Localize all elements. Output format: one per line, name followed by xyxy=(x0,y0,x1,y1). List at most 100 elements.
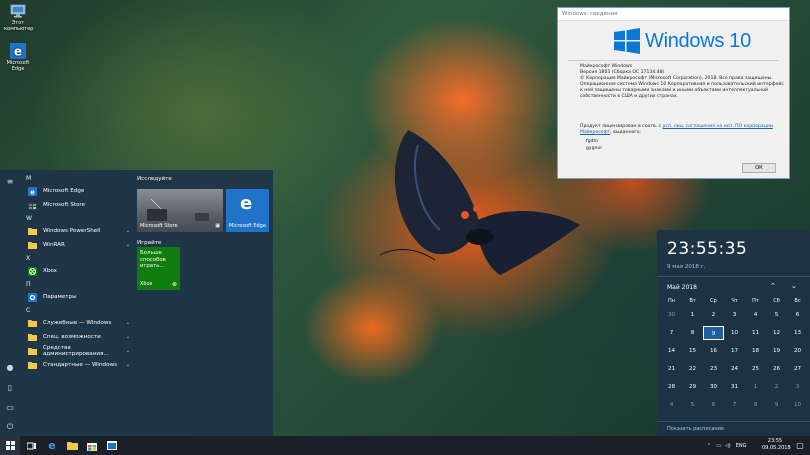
calendar-day[interactable]: 24 xyxy=(724,362,745,376)
calendar-day[interactable]: 5 xyxy=(682,398,703,412)
clock-date-link[interactable]: 9 мая 2018 г. xyxy=(667,264,705,270)
calendar-day[interactable]: 8 xyxy=(745,398,766,412)
power-icon[interactable]: ⏻ xyxy=(5,422,15,432)
calendar-day[interactable]: 26 xyxy=(766,362,787,376)
edge-icon: e xyxy=(48,439,56,452)
product-name: Майкрософт Windows xyxy=(580,64,633,69)
calendar-day[interactable]: 3 xyxy=(724,308,745,322)
calendar-day[interactable]: 25 xyxy=(745,362,766,376)
app-list-letter-header[interactable]: П xyxy=(22,280,130,290)
network-icon[interactable]: ▭ xyxy=(716,443,721,449)
calendar-day-today[interactable]: 9 xyxy=(703,326,724,340)
chevron-up-icon[interactable]: ⌃ xyxy=(707,443,711,449)
chevron-down-icon[interactable]: ⌄ xyxy=(126,242,130,248)
calendar-day[interactable]: 30 xyxy=(661,308,682,322)
chevron-down-icon[interactable]: ⌄ xyxy=(791,282,797,290)
pictures-icon[interactable]: ▭ xyxy=(5,402,15,412)
calendar-day[interactable]: 29 xyxy=(682,380,703,394)
start-button[interactable] xyxy=(0,436,20,455)
show-agenda-link[interactable]: Показать расписание xyxy=(667,426,724,432)
app-list-item[interactable]: Служебные — Windows ⌄ xyxy=(22,316,130,330)
calendar-day[interactable]: 28 xyxy=(661,380,682,394)
calendar-day[interactable]: 16 xyxy=(703,344,724,358)
tile-label: Xbox xyxy=(140,281,153,287)
calendar-day[interactable]: 19 xyxy=(766,344,787,358)
notification-icon[interactable]: ▢ xyxy=(790,436,810,455)
calendar-day[interactable]: 10 xyxy=(787,398,808,412)
chevron-down-icon[interactable]: ⌄ xyxy=(126,334,130,340)
app-list-item[interactable]: Средства администрирования... ⌄ xyxy=(22,344,130,358)
volume-icon[interactable]: ◁) xyxy=(725,443,731,449)
hamburger-icon[interactable]: ≡ xyxy=(5,176,15,186)
tile-microsoft-edge[interactable]: e Microsoft Edge xyxy=(226,189,269,232)
app-list-item[interactable]: Параметры xyxy=(22,290,130,304)
folder-icon xyxy=(27,240,37,250)
calendar-day[interactable]: 8 xyxy=(682,326,703,340)
calendar-day[interactable]: 5 xyxy=(766,308,787,322)
documents-icon[interactable]: ▯ xyxy=(5,382,15,392)
calendar-day[interactable]: 4 xyxy=(661,398,682,412)
calendar-day[interactable]: 13 xyxy=(787,326,808,340)
calendar-day[interactable]: 1 xyxy=(745,380,766,394)
app-list-letter-header[interactable]: M xyxy=(22,174,130,184)
windows-logo-icon xyxy=(614,28,640,54)
taskbar-edge[interactable]: e xyxy=(42,436,62,455)
app-list-letter-header[interactable]: W xyxy=(22,214,130,224)
calendar-day[interactable]: 7 xyxy=(724,398,745,412)
calendar-day[interactable]: 1 xyxy=(682,308,703,322)
calendar-day[interactable]: 22 xyxy=(682,362,703,376)
desktop-icon-this-pc[interactable]: Этот компьютер xyxy=(4,3,33,32)
calendar-day[interactable]: 14 xyxy=(661,344,682,358)
app-list-letter-header[interactable]: С xyxy=(22,306,130,316)
app-list-item[interactable]: Windows PowerShell ⌄ xyxy=(22,224,130,238)
calendar-day[interactable]: 12 xyxy=(766,326,787,340)
app-list-item-label: Windows PowerShell xyxy=(43,228,101,234)
calendar-day[interactable]: 3 xyxy=(787,380,808,394)
chevron-up-icon[interactable]: ⌃ xyxy=(770,282,776,290)
app-list-item[interactable]: Xbox xyxy=(22,264,130,278)
ok-button[interactable]: ОК xyxy=(742,163,776,173)
app-list-item[interactable]: WinRAR ⌄ xyxy=(22,238,130,252)
app-list-letter-header[interactable]: X xyxy=(22,254,130,264)
user-avatar-icon[interactable]: ● xyxy=(5,362,15,372)
tile-xbox[interactable]: Больше способов играть... Xbox ⊗ xyxy=(137,247,180,290)
chevron-down-icon[interactable]: ⌄ xyxy=(126,228,130,234)
chevron-down-icon[interactable]: ⌄ xyxy=(126,348,130,354)
app-list-item[interactable]: Спец. возможности ⌄ xyxy=(22,330,130,344)
taskbar-clock[interactable]: 23:55 09.05.2018 xyxy=(762,438,791,452)
calendar-day[interactable]: 31 xyxy=(724,380,745,394)
calendar-day[interactable]: 7 xyxy=(661,326,682,340)
task-view-button[interactable] xyxy=(22,436,42,455)
chevron-down-icon[interactable]: ⌄ xyxy=(126,320,130,326)
calendar-day[interactable]: 2 xyxy=(766,380,787,394)
app-list-item[interactable]: e Microsoft Edge xyxy=(22,184,130,198)
desktop-icon-edge[interactable]: e Microsoft Edge xyxy=(4,43,32,72)
calendar-day[interactable]: 27 xyxy=(787,362,808,376)
chevron-down-icon[interactable]: ⌄ xyxy=(126,362,130,368)
taskbar-store[interactable] xyxy=(82,436,102,455)
app-list-item[interactable]: Стандартные — Windows ⌄ xyxy=(22,358,130,372)
tile-label: Microsoft Store xyxy=(140,223,178,229)
taskbar-winver[interactable] xyxy=(102,436,122,455)
taskbar-explorer[interactable] xyxy=(62,436,82,455)
input-language[interactable]: ENG xyxy=(736,443,747,449)
calendar-day[interactable]: 6 xyxy=(787,308,808,322)
calendar-day[interactable]: 18 xyxy=(745,344,766,358)
calendar-day[interactable]: 21 xyxy=(661,362,682,376)
tile-microsoft-store[interactable]: Microsoft Store ▣ xyxy=(137,189,223,232)
calendar-day[interactable]: 11 xyxy=(745,326,766,340)
edge-icon: e xyxy=(27,186,37,196)
calendar-day[interactable]: 6 xyxy=(703,398,724,412)
calendar-day[interactable]: 20 xyxy=(787,344,808,358)
calendar-day[interactable]: 10 xyxy=(724,326,745,340)
folder-icon xyxy=(27,318,37,328)
app-list-item[interactable]: Microsoft Store xyxy=(22,198,130,212)
calendar-day[interactable]: 4 xyxy=(745,308,766,322)
calendar-day[interactable]: 30 xyxy=(703,380,724,394)
calendar-day[interactable]: 9 xyxy=(766,398,787,412)
calendar-day[interactable]: 15 xyxy=(682,344,703,358)
calendar-day[interactable]: 2 xyxy=(703,308,724,322)
calendar-day[interactable]: 23 xyxy=(703,362,724,376)
calendar-month[interactable]: Май 2018 xyxy=(667,284,697,291)
calendar-day[interactable]: 17 xyxy=(724,344,745,358)
